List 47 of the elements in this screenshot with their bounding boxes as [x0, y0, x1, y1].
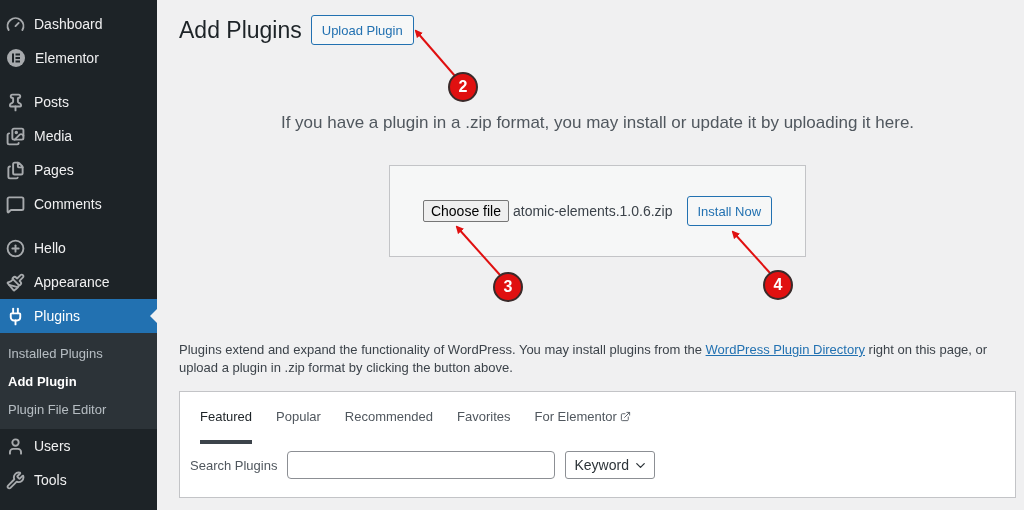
upload-plugin-button[interactable]: Upload Plugin [310, 15, 414, 45]
search-type-select[interactable]: Keyword [565, 451, 655, 479]
sidebar-item[interactable]: Plugins [0, 299, 157, 333]
step-badge: 2 [448, 72, 478, 102]
filter-tab[interactable]: Featured [200, 392, 253, 444]
filter-tab[interactable]: For Elementor [534, 392, 631, 444]
page-title: Add Plugins [179, 16, 302, 44]
sidebar-item[interactable]: Media [0, 119, 157, 153]
search-label: Search Plugins [190, 457, 278, 473]
step-badge: 4 [763, 270, 793, 300]
pages-icon [6, 160, 25, 180]
current-page-pointer [150, 309, 157, 323]
submenu-item[interactable]: Installed Plugins [0, 339, 157, 367]
wrench-icon [6, 470, 25, 490]
sidebar-item[interactable]: Pages [0, 153, 157, 187]
pointer-arrow [455, 225, 501, 276]
description-text: Plugins extend and expand the functionality of WordPress. You may install plugins from the WordPress Plugin Directory right on this page, or upload a plugin in .zip format by clicking the button above. [179, 341, 989, 377]
sidebar-item[interactable]: Hello [0, 231, 157, 265]
sidebar-item[interactable]: Comments [0, 187, 157, 221]
dashboard-icon [6, 14, 25, 34]
filter-tab[interactable]: Recommended [344, 392, 433, 444]
sidebar-item[interactable]: Posts [0, 85, 157, 119]
sidebar-item[interactable]: Dashboard [0, 7, 157, 41]
step-badge: 3 [493, 272, 523, 302]
pointer-arrow [731, 230, 771, 274]
sidebar-item[interactable]: Users [0, 429, 157, 463]
submenu-item[interactable]: Add Plugin [0, 367, 157, 395]
filter-tab[interactable]: Favorites [457, 392, 511, 444]
elementor-icon [6, 48, 26, 68]
install-now-button[interactable]: Install Now [686, 196, 773, 226]
speech-bubble-icon [6, 194, 25, 214]
filter-tab[interactable]: Popular [276, 392, 321, 444]
sidebar-item[interactable]: Appearance [0, 265, 157, 299]
file-name: atomic-elements.1.0.6.zip [512, 203, 673, 219]
pin-icon [6, 92, 25, 112]
submenu-item[interactable]: Plugin File Editor [0, 395, 157, 423]
directory-link[interactable]: WordPress Plugin Directory [705, 342, 865, 357]
user-icon [6, 436, 25, 456]
upload-help-text: If you have a plugin in a .zip format, you may install or update it by uploading it here. [279, 113, 916, 133]
choose-file-button[interactable]: Choose file [422, 200, 509, 222]
plus-circle-icon [6, 238, 25, 258]
sidebar-item[interactable]: Elementor [0, 41, 157, 75]
pointer-arrow [414, 29, 456, 77]
search-field[interactable] [287, 451, 556, 479]
media-icon [6, 126, 25, 146]
paintbrush-icon [6, 272, 25, 292]
sidebar-item[interactable]: Tools [0, 463, 157, 497]
